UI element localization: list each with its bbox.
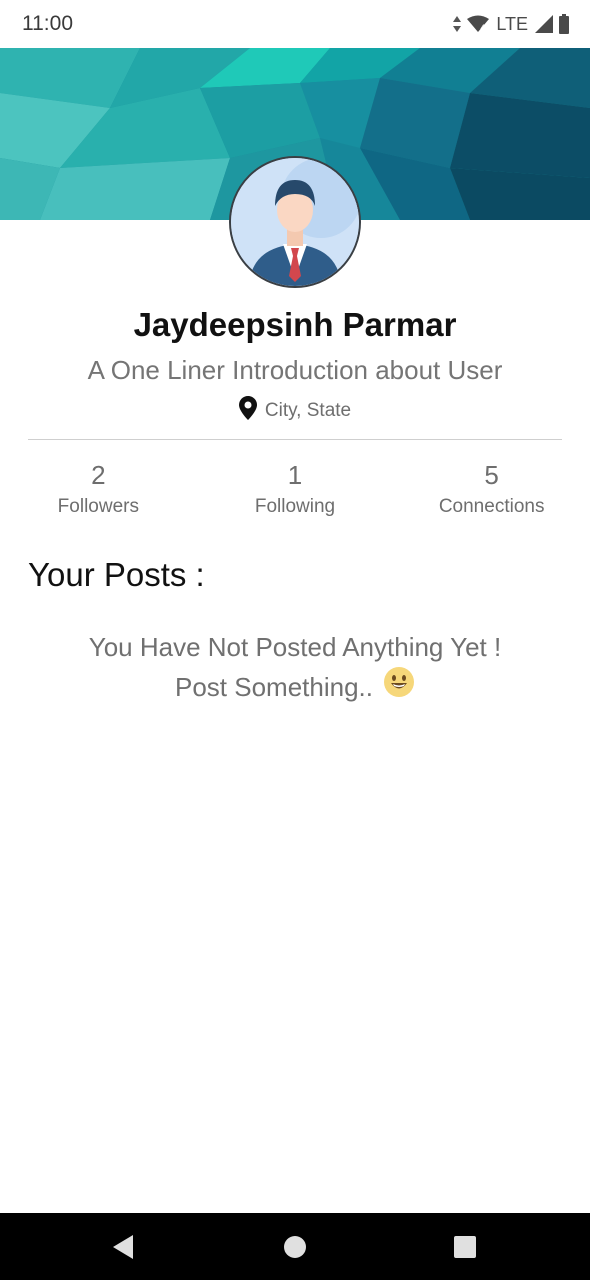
smiley-emoji-icon xyxy=(383,666,415,708)
stat-label: Connections xyxy=(438,496,545,517)
empty-message-line2: Post Something.. xyxy=(175,672,373,702)
stat-value: 1 xyxy=(287,460,303,490)
recents-icon[interactable] xyxy=(425,1213,505,1280)
system-nav-bar xyxy=(0,1213,590,1280)
stats-row: 2 Followers 1 Following 5 Connections xyxy=(0,458,590,518)
home-icon[interactable] xyxy=(255,1213,335,1280)
signal-icon xyxy=(534,14,554,34)
profile-name: Jaydeepsinh Parmar xyxy=(133,306,457,343)
divider xyxy=(28,439,562,440)
status-time: 11:00 xyxy=(22,12,73,35)
location-pin-icon xyxy=(238,396,257,425)
empty-message-line2-row: Post Something.. xyxy=(0,666,590,708)
stat-value: 2 xyxy=(91,460,106,490)
stat-connections[interactable]: 5 Connections xyxy=(393,458,590,518)
stat-value: 5 xyxy=(484,460,499,490)
network-type: LTE xyxy=(496,13,528,34)
empty-posts-message: You Have Not Posted Anything Yet ! Post … xyxy=(0,628,590,708)
empty-message-line1: You Have Not Posted Anything Yet ! xyxy=(88,632,502,662)
wifi-icon: 4 xyxy=(466,15,490,33)
stat-label: Followers xyxy=(57,496,139,517)
posts-section-title: Your Posts : xyxy=(28,556,205,593)
stat-label: Following xyxy=(254,496,336,517)
profile-location: City, State xyxy=(0,396,590,425)
businessman-avatar-icon[interactable] xyxy=(229,156,361,288)
stat-followers[interactable]: 2 Followers xyxy=(0,458,197,518)
status-bar: 11:00 4 LTE xyxy=(0,0,590,48)
location-text: City, State xyxy=(264,399,352,421)
data-arrows-icon xyxy=(452,15,462,33)
stat-following[interactable]: 1 Following xyxy=(197,458,394,518)
status-icons: 4 LTE xyxy=(452,12,570,36)
battery-icon xyxy=(558,14,570,34)
profile-bio: A One Liner Introduction about User xyxy=(87,355,503,385)
back-icon[interactable] xyxy=(83,1213,163,1280)
svg-text:4: 4 xyxy=(480,24,486,33)
